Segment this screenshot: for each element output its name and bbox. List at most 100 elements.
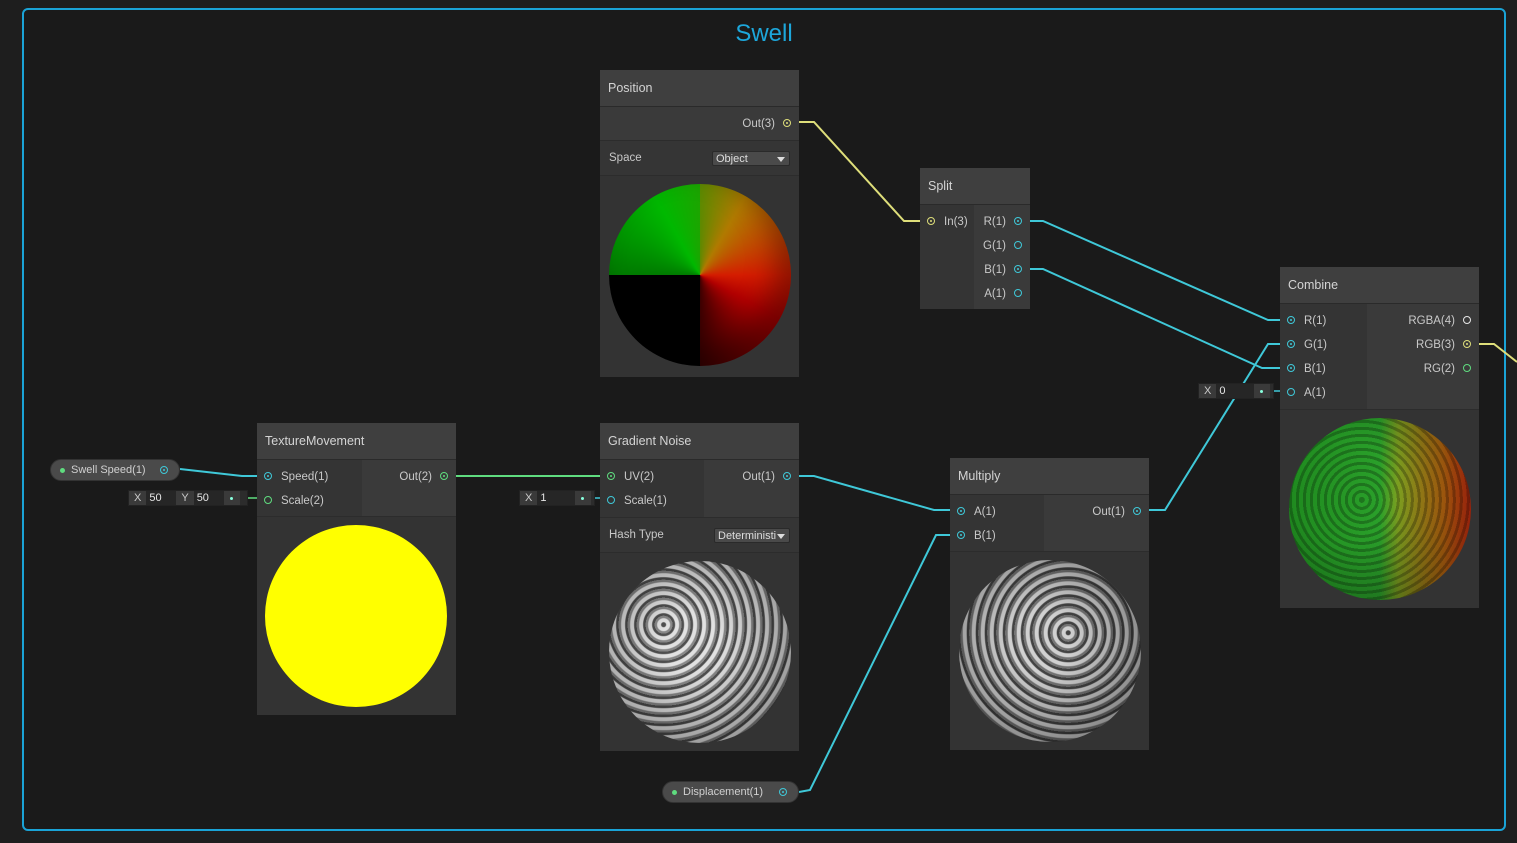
- split-out-a-label: A(1): [984, 288, 1006, 300]
- combine-out-rgb-port[interactable]: RGB(3): [1367, 333, 1479, 357]
- port-in-dot-icon[interactable]: [1287, 364, 1295, 372]
- port-out-dot-icon[interactable]: [1014, 289, 1022, 297]
- split-out-b-port[interactable]: B(1): [974, 258, 1030, 282]
- noise-in-scale-label: Scale(1): [624, 495, 667, 507]
- port-in-dot-icon[interactable]: [1287, 316, 1295, 324]
- multiply-node[interactable]: Multiply A(1) B(1) Out(1): [950, 458, 1149, 750]
- port-out-dot-icon[interactable]: [1014, 241, 1022, 249]
- split-node[interactable]: Split In(3) R(1) G(1) B(1) A(1): [920, 168, 1030, 309]
- port-in-dot-icon[interactable]: [1287, 388, 1295, 396]
- multiply-in-a-port[interactable]: A(1): [950, 500, 1044, 524]
- combine-out-rg-label: RG(2): [1423, 363, 1455, 375]
- gradient-noise-node-title[interactable]: Gradient Noise: [600, 423, 799, 460]
- swell-speed-property[interactable]: Swell Speed(1): [50, 459, 180, 481]
- combine-node[interactable]: Combine R(1) G(1) B(1) A(1) RGBA(4) RGB(…: [1280, 267, 1479, 608]
- port-out-dot-icon[interactable]: [783, 119, 791, 127]
- position-node-title[interactable]: Position: [600, 70, 799, 107]
- position-preview: [600, 175, 799, 377]
- displacement-property[interactable]: Displacement(1): [662, 781, 799, 803]
- texmove-scale-x-value[interactable]: 50: [146, 491, 177, 505]
- combine-in-b-port[interactable]: B(1): [1280, 357, 1367, 381]
- field-connector-icon: [223, 491, 240, 505]
- multiply-in-a-label: A(1): [974, 506, 996, 518]
- texture-movement-node[interactable]: TextureMovement Speed(1) Scale(2) Out(2): [257, 423, 456, 715]
- noise-out-label: Out(1): [742, 471, 775, 483]
- texmove-in-scale-port[interactable]: Scale(2): [257, 489, 362, 513]
- texmove-preview-sphere: [265, 525, 447, 707]
- split-out-r-port[interactable]: R(1): [974, 210, 1030, 234]
- field-connector-icon: [1254, 384, 1271, 398]
- texmove-scale-field[interactable]: X 50 Y 50: [128, 490, 248, 506]
- position-space-row: Space Object: [600, 140, 799, 175]
- texmove-scale-y-value[interactable]: 50: [193, 491, 224, 505]
- texmove-out-label: Out(2): [399, 471, 432, 483]
- gradient-noise-node[interactable]: Gradient Noise UV(2) Scale(1) Out(1) Has…: [600, 423, 799, 751]
- split-node-title[interactable]: Split: [920, 168, 1030, 205]
- noise-preview: [600, 552, 799, 751]
- combine-node-title[interactable]: Combine: [1280, 267, 1479, 304]
- space-label: Space: [609, 152, 642, 164]
- combine-in-r-port[interactable]: R(1): [1280, 309, 1367, 333]
- split-in-port[interactable]: In(3): [920, 210, 974, 234]
- port-out-dot-icon[interactable]: [1133, 507, 1141, 515]
- port-in-dot-icon[interactable]: [264, 496, 272, 504]
- noise-preview-sphere: [609, 561, 791, 743]
- port-in-dot-icon[interactable]: [1287, 340, 1295, 348]
- combine-in-a-label: A(1): [1304, 387, 1326, 399]
- combine-preview: [1280, 409, 1479, 608]
- port-in-dot-icon[interactable]: [957, 507, 965, 515]
- texmove-out-port[interactable]: Out(2): [362, 465, 456, 489]
- noise-in-uv-label: UV(2): [624, 471, 655, 483]
- position-out-port[interactable]: Out(3): [742, 112, 799, 136]
- noise-hash-row: Hash Type Deterministi: [600, 517, 799, 552]
- texmove-preview: [257, 516, 456, 715]
- port-out-dot-icon[interactable]: [1463, 316, 1471, 324]
- combine-a-value[interactable]: 0: [1216, 384, 1255, 398]
- multiply-preview: [950, 551, 1149, 750]
- noise-out-port[interactable]: Out(1): [704, 465, 799, 489]
- combine-in-g-port[interactable]: G(1): [1280, 333, 1367, 357]
- hash-type-label: Hash Type: [609, 529, 664, 541]
- combine-out-rgba-label: RGBA(4): [1408, 315, 1455, 327]
- hash-type-dropdown[interactable]: Deterministi: [714, 527, 790, 543]
- port-out-dot-icon[interactable]: [779, 788, 787, 796]
- port-out-dot-icon[interactable]: [1463, 364, 1471, 372]
- combine-a-field[interactable]: X 0: [1198, 383, 1274, 399]
- noise-in-uv-port[interactable]: UV(2): [600, 465, 704, 489]
- combine-in-a-port[interactable]: A(1): [1280, 381, 1367, 405]
- multiply-preview-sphere: [959, 560, 1141, 742]
- port-in-dot-icon[interactable]: [927, 217, 935, 225]
- port-out-dot-icon[interactable]: [1463, 340, 1471, 348]
- split-out-g-port[interactable]: G(1): [974, 234, 1030, 258]
- texture-movement-node-title[interactable]: TextureMovement: [257, 423, 456, 460]
- port-in-dot-icon[interactable]: [264, 472, 272, 480]
- multiply-out-port[interactable]: Out(1): [1044, 500, 1149, 524]
- port-out-dot-icon[interactable]: [440, 472, 448, 480]
- position-node[interactable]: Position Out(3) Space Object: [600, 70, 799, 377]
- space-dropdown-value: Object: [716, 152, 748, 165]
- texmove-scale-x-label: X: [129, 491, 147, 505]
- noise-scale-field[interactable]: X 1: [519, 490, 595, 506]
- port-in-dot-icon[interactable]: [957, 531, 965, 539]
- dropdown-arrow-icon: [777, 533, 785, 539]
- combine-out-rg-port[interactable]: RG(2): [1367, 357, 1479, 381]
- port-out-dot-icon[interactable]: [1014, 265, 1022, 273]
- noise-scale-x-label: X: [520, 491, 538, 505]
- group-title[interactable]: Swell: [24, 20, 1504, 48]
- split-out-a-port[interactable]: A(1): [974, 282, 1030, 306]
- multiply-in-b-port[interactable]: B(1): [950, 524, 1044, 548]
- combine-a-x-label: X: [1199, 384, 1217, 398]
- port-out-dot-icon[interactable]: [160, 466, 168, 474]
- port-in-dot-icon[interactable]: [607, 472, 615, 480]
- port-out-dot-icon[interactable]: [1014, 217, 1022, 225]
- space-dropdown[interactable]: Object: [712, 150, 790, 166]
- combine-in-b-label: B(1): [1304, 363, 1326, 375]
- noise-scale-value[interactable]: 1: [537, 491, 576, 505]
- combine-out-rgba-port[interactable]: RGBA(4): [1367, 309, 1479, 333]
- texmove-in-speed-port[interactable]: Speed(1): [257, 465, 362, 489]
- noise-in-scale-port[interactable]: Scale(1): [600, 489, 704, 513]
- combine-in-r-label: R(1): [1304, 315, 1327, 327]
- port-out-dot-icon[interactable]: [783, 472, 791, 480]
- multiply-node-title[interactable]: Multiply: [950, 458, 1149, 495]
- port-in-dot-icon[interactable]: [607, 496, 615, 504]
